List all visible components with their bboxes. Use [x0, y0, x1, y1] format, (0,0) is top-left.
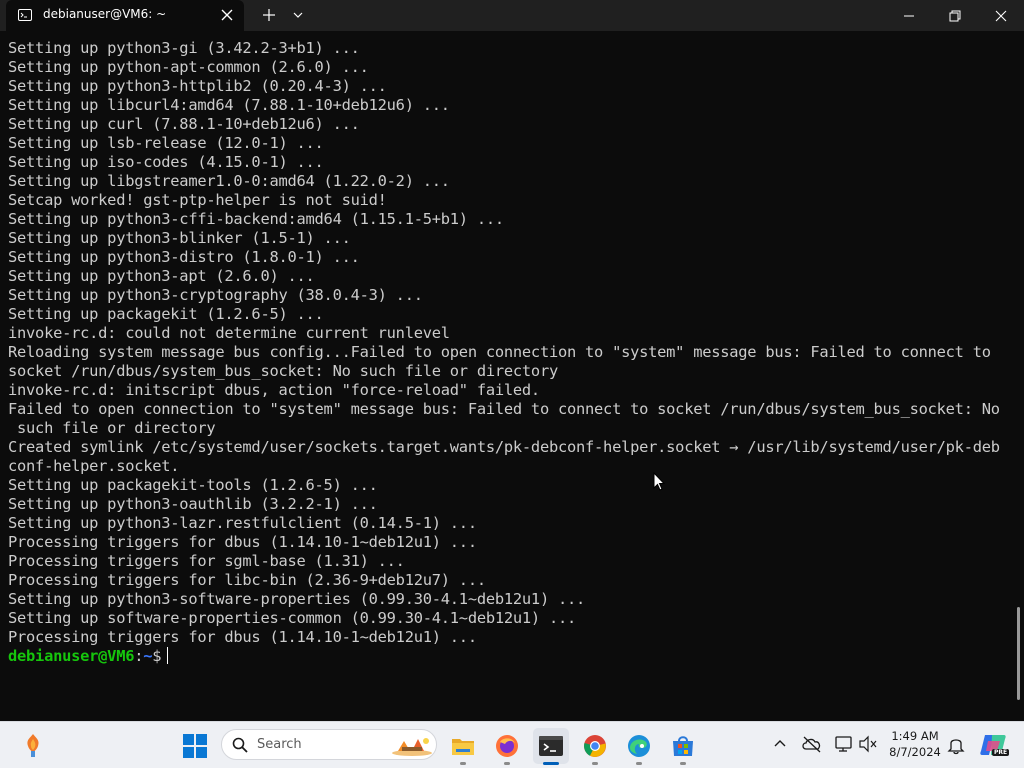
chrome-icon	[584, 735, 606, 757]
volume-icon[interactable]	[858, 735, 878, 753]
windows-logo-icon	[183, 734, 207, 758]
edge-button[interactable]	[621, 728, 657, 764]
active-indicator	[543, 762, 559, 765]
firefox-icon	[496, 735, 518, 757]
terminal-line: Processing triggers for sgml-base (1.31)…	[8, 552, 405, 570]
terminal-line: Setting up curl (7.88.1-10+deb12u6) ...	[8, 115, 360, 133]
search-label: Search	[257, 737, 302, 752]
store-icon	[673, 736, 693, 756]
terminal-app-icon	[539, 736, 563, 756]
running-indicator	[680, 762, 686, 765]
notification-bell-icon[interactable]	[947, 735, 965, 755]
terminal-line: such file or directory	[8, 419, 216, 437]
terminal-line: Setting up packagekit (1.2.6-5) ...	[8, 305, 324, 323]
close-window-button[interactable]	[978, 0, 1024, 31]
clock-time: 1:49 AM	[891, 729, 939, 743]
terminal-line: Processing triggers for dbus (1.14.10-1~…	[8, 533, 477, 551]
close-icon	[995, 10, 1007, 22]
minimize-button[interactable]	[886, 0, 932, 31]
terminal-line: Setting up python3-distro (1.8.0-1) ...	[8, 248, 360, 266]
terminal-line: socket /run/dbus/system_bus_socket: No s…	[8, 362, 558, 380]
running-indicator	[592, 762, 598, 765]
minimize-icon	[904, 15, 914, 17]
shell-prompt[interactable]: debianuser@VM6:~$	[8, 647, 1012, 666]
terminal-line: Failed to open connection to "system" me…	[8, 400, 1000, 418]
clock-date: 8/7/2024	[889, 745, 941, 759]
running-indicator	[636, 762, 642, 765]
terminal-line: Setting up lsb-release (12.0-1) ...	[8, 134, 324, 152]
taskbar: Search 1:49 AM 8/7/2024	[0, 721, 1024, 768]
maximize-button[interactable]	[932, 0, 978, 31]
network-icon[interactable]	[834, 734, 854, 754]
new-tab-icon[interactable]	[258, 5, 280, 25]
system-clock[interactable]: 1:49 AM 8/7/2024	[884, 728, 946, 760]
edge-icon	[628, 735, 650, 757]
search-highlight-icon	[392, 738, 432, 756]
terminal-app-button[interactable]	[533, 728, 569, 764]
terminal-icon	[18, 9, 32, 21]
restore-icon	[949, 10, 961, 22]
preview-badge: PRE	[992, 749, 1010, 756]
running-indicator	[504, 762, 510, 765]
terminal-line: Setting up python3-cryptography (38.0.4-…	[8, 286, 423, 304]
terminal-line: Setting up python3-cffi-backend:amd64 (1…	[8, 210, 504, 228]
prompt-user-host: debianuser@VM6	[8, 647, 135, 665]
search-icon	[232, 737, 248, 753]
terminal-line: Setting up iso-codes (4.15.0-1) ...	[8, 153, 324, 171]
terminal-line: Setting up libcurl4:amd64 (7.88.1-10+deb…	[8, 96, 450, 114]
terminal-output[interactable]: Setting up python3-gi (3.42.2-3+b1) ... S…	[0, 31, 1024, 721]
terminal-line: Setting up python3-gi (3.42.2-3+b1) ...	[8, 39, 360, 57]
prompt-symbol: $	[152, 647, 162, 665]
terminal-line: Reloading system message bus config...Fa…	[8, 343, 991, 361]
show-hidden-icons-chevron[interactable]	[771, 735, 789, 753]
taskbar-search[interactable]: Search	[221, 729, 437, 760]
terminal-tab[interactable]: debianuser@VM6: ~	[6, 0, 244, 31]
terminal-lines: Setting up python3-gi (3.42.2-3+b1) ... S…	[8, 39, 1012, 666]
terminal-line: conf-helper.socket.	[8, 457, 180, 475]
terminal-line: Setting up python3-apt (2.6.0) ...	[8, 267, 315, 285]
terminal-line: Setting up software-properties-common (0…	[8, 609, 577, 627]
chrome-button[interactable]	[577, 728, 613, 764]
running-indicator	[460, 762, 466, 765]
terminal-line: Setting up python3-lazr.restfulclient (0…	[8, 514, 477, 532]
terminal-line: Setcap worked! gst-ptp-helper is not sui…	[8, 191, 387, 209]
firefox-button[interactable]	[489, 728, 525, 764]
prompt-separator: :	[134, 647, 144, 665]
file-explorer-button[interactable]	[445, 728, 481, 764]
terminal-line: Setting up python-apt-common (2.6.0) ...	[8, 58, 369, 76]
store-button[interactable]	[665, 728, 701, 764]
terminal-line: invoke-rc.d: initscript dbus, action "fo…	[8, 381, 540, 399]
chevron-down-icon[interactable]	[288, 6, 308, 24]
terminal-line: Setting up python3-software-properties (…	[8, 590, 586, 608]
tab-title: debianuser@VM6: ~	[43, 7, 167, 21]
terminal-line: Setting up python3-blinker (1.5-1) ...	[8, 229, 351, 247]
terminal-line: Setting up libgstreamer1.0-0:amd64 (1.22…	[8, 172, 450, 190]
file-explorer-icon	[452, 739, 474, 755]
text-cursor	[167, 647, 169, 664]
title-bar: debianuser@VM6: ~	[0, 0, 1024, 31]
widgets-icon[interactable]	[20, 731, 46, 759]
terminal-line: Setting up python3-oauthlib (3.2.2-1) ..…	[8, 495, 378, 513]
terminal-line: Setting up packagekit-tools (1.2.6-5) ..…	[8, 476, 378, 494]
terminal-line: Processing triggers for dbus (1.14.10-1~…	[8, 628, 477, 646]
close-tab-icon[interactable]	[218, 6, 236, 24]
terminal-line: invoke-rc.d: could not determine current…	[8, 324, 450, 342]
mouse-pointer-icon	[653, 472, 665, 491]
scrollbar[interactable]	[1017, 607, 1020, 700]
terminal-line: Setting up python3-httplib2 (0.20.4-3) .…	[8, 77, 387, 95]
terminal-line: Processing triggers for libc-bin (2.36-9…	[8, 571, 486, 589]
terminal-line: Created symlink /etc/systemd/user/socket…	[8, 438, 1000, 456]
prompt-path: ~	[143, 647, 153, 665]
onedrive-icon[interactable]	[801, 734, 823, 754]
start-button[interactable]	[177, 728, 213, 764]
